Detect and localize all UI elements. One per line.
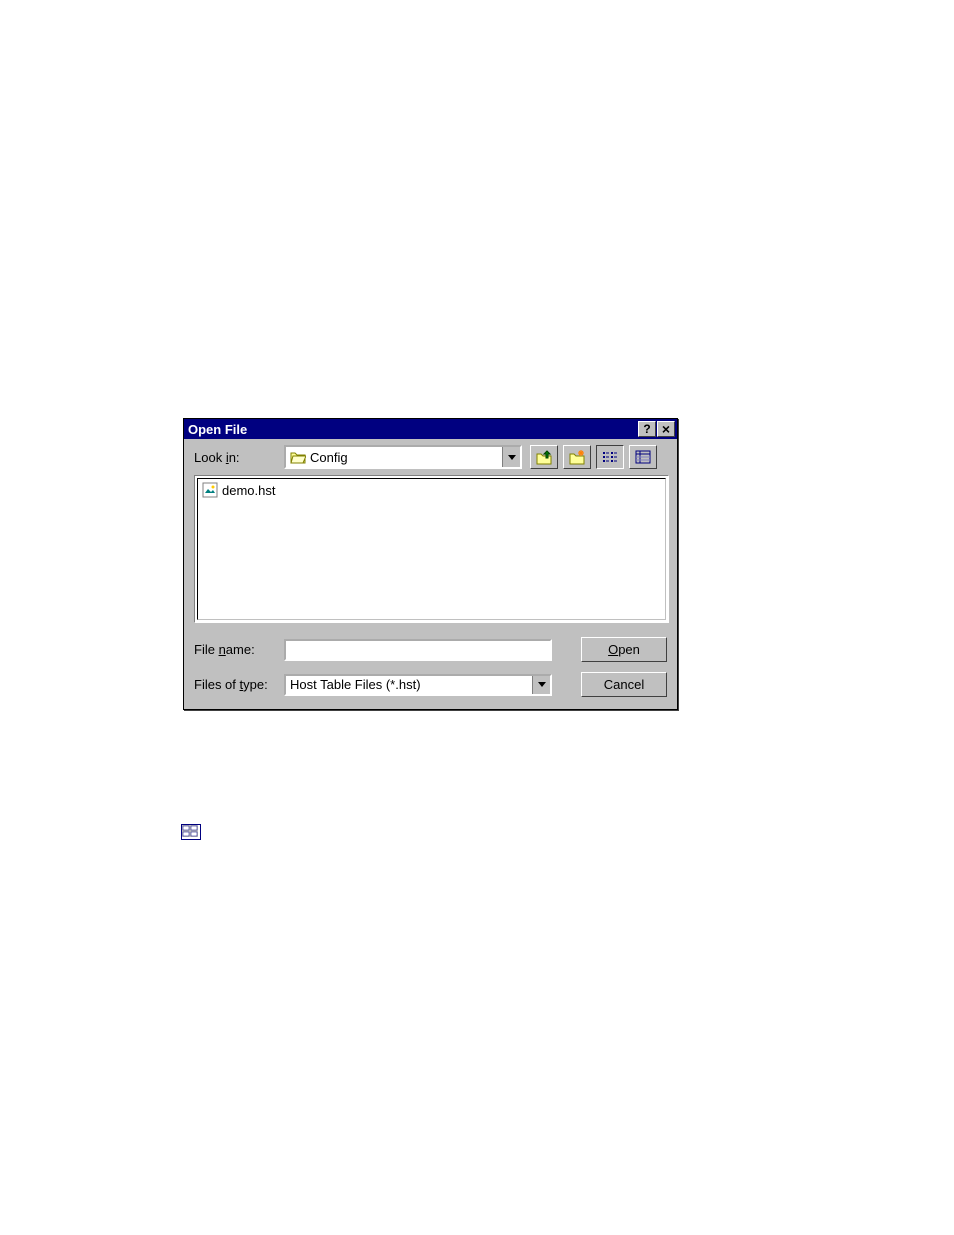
app-icon <box>181 824 201 840</box>
new-folder-icon <box>568 449 586 465</box>
file-type-row: Files of type: Host Table Files (*.hst) … <box>194 672 667 697</box>
details-view-button[interactable] <box>629 445 657 469</box>
close-icon: × <box>662 423 670 435</box>
help-icon: ? <box>643 422 650 436</box>
list-view-button[interactable] <box>596 445 624 469</box>
cancel-button[interactable]: Cancel <box>581 672 667 697</box>
look-in-row: Look in: Config <box>194 445 667 469</box>
dialog-body: Look in: Config <box>184 439 677 709</box>
chevron-down-icon <box>538 682 546 687</box>
cancel-button-label: Cancel <box>604 677 644 692</box>
files-of-type-value: Host Table Files (*.hst) <box>286 676 532 694</box>
chevron-down-icon <box>508 455 516 460</box>
look-in-dropdown-arrow[interactable] <box>502 447 520 467</box>
list-view-icon <box>601 449 619 465</box>
bottom-rows: File name: Open Files of type: Host Tabl… <box>194 637 667 697</box>
up-one-level-button[interactable] <box>530 445 558 469</box>
titlebar: Open File ? × <box>184 419 677 439</box>
open-file-dialog: Open File ? × Look in: <box>183 418 678 710</box>
file-name-input[interactable] <box>284 639 552 661</box>
open-button[interactable]: Open <box>581 637 667 662</box>
help-button[interactable]: ? <box>638 421 656 437</box>
folder-open-icon <box>290 450 306 464</box>
look-in-dropdown[interactable]: Config <box>284 445 522 469</box>
files-of-type-label: Files of type: <box>194 677 284 692</box>
list-item[interactable]: demo.hst <box>200 481 663 499</box>
file-list[interactable]: demo.hst <box>194 475 669 623</box>
file-icon <box>202 482 218 498</box>
file-name-row: File name: Open <box>194 637 667 662</box>
open-button-label: Open <box>608 642 640 657</box>
look-in-folder-text: Config <box>310 450 348 465</box>
titlebar-buttons: ? × <box>637 421 675 437</box>
files-of-type-select[interactable]: Host Table Files (*.hst) <box>284 674 552 696</box>
file-item-label: demo.hst <box>222 483 275 498</box>
look-in-toolbar <box>530 445 657 469</box>
up-folder-icon <box>535 449 553 465</box>
file-name-label: File name: <box>194 642 284 657</box>
close-button[interactable]: × <box>657 421 675 437</box>
new-folder-button[interactable] <box>563 445 591 469</box>
details-view-icon <box>634 449 652 465</box>
titlebar-text: Open File <box>186 422 247 437</box>
files-of-type-arrow[interactable] <box>532 676 550 694</box>
look-in-label: Look in: <box>194 450 284 465</box>
look-in-value: Config <box>286 447 502 467</box>
